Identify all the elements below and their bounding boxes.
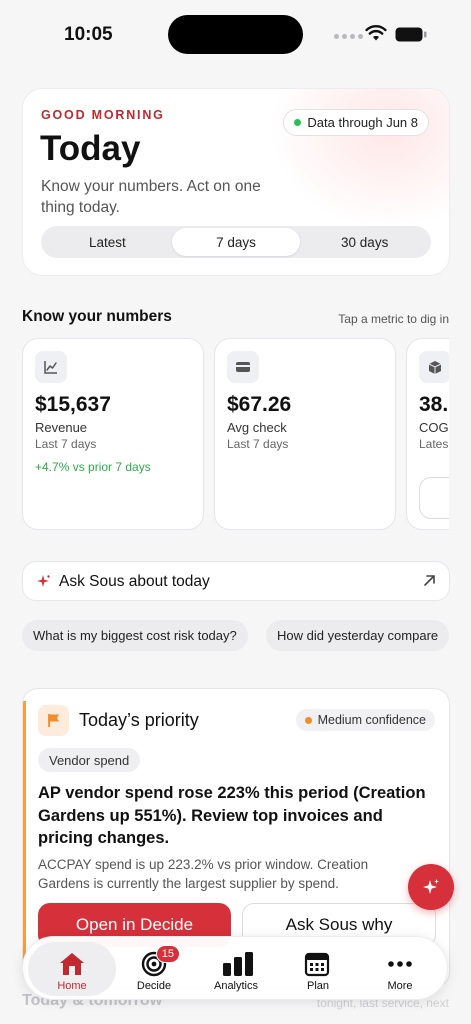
- metric-card-revenue[interactable]: $15,637 Revenue Last 7 days +4.7% vs pri…: [22, 338, 204, 530]
- signal-icon: [334, 34, 363, 39]
- range-7-days[interactable]: 7 days: [171, 228, 301, 256]
- metric-label: Revenue: [35, 420, 88, 435]
- metric-delta: +4.7% vs prior 7 days: [35, 460, 151, 474]
- metrics-carousel[interactable]: $15,637 Revenue Last 7 days +4.7% vs pri…: [22, 338, 449, 530]
- tab-decide[interactable]: 15 Decide: [114, 942, 194, 996]
- metric-period: Lates: [419, 437, 449, 451]
- metric-label: COG: [419, 420, 449, 435]
- metric-value: $67.26: [227, 393, 292, 416]
- page-title: Today: [40, 129, 141, 168]
- wifi-icon: [365, 25, 387, 41]
- status-dot-icon: [294, 119, 302, 126]
- sparkle-icon: [37, 575, 50, 587]
- box-icon: [419, 351, 449, 383]
- metric-card-cogs[interactable]: 38. COG Lates: [406, 338, 449, 530]
- suggestion-chip[interactable]: How did yesterday compare: [266, 620, 449, 651]
- suggestion-chips: What is my biggest cost risk today? How …: [22, 620, 449, 651]
- sparkle-icon: [423, 879, 439, 894]
- data-freshness-badge: Data through Jun 8: [283, 109, 429, 136]
- tab-label: More: [387, 980, 413, 992]
- metric-value: 38.: [419, 393, 449, 416]
- section-hint-numbers: Tap a metric to dig in: [338, 312, 449, 326]
- priority-accent-bar: [23, 701, 26, 987]
- decide-badge: 15: [155, 945, 180, 963]
- confidence-dot-icon: [304, 716, 312, 724]
- sous-assistant-button[interactable]: [408, 864, 454, 910]
- priority-headline: AP vendor spend rose 223% this period (C…: [38, 784, 426, 847]
- home-icon: [58, 951, 86, 977]
- tab-label: Decide: [136, 980, 172, 992]
- tab-home[interactable]: Home: [28, 942, 116, 996]
- range-latest[interactable]: Latest: [43, 228, 172, 256]
- flag-icon: [38, 705, 69, 736]
- ask-sous-bar[interactable]: Ask Sous about today: [22, 561, 450, 601]
- category-tag: Vendor spend: [38, 748, 141, 772]
- status-time: 10:05: [64, 24, 113, 45]
- confidence-badge: Medium confidence: [295, 709, 435, 731]
- range-segmented-control: Latest 7 days 30 days: [41, 226, 431, 258]
- greeting-label: GOOD MORNING: [41, 108, 165, 122]
- tab-analytics[interactable]: Analytics: [196, 942, 276, 996]
- tab-label: Plan: [306, 980, 330, 992]
- metric-value: $15,637: [35, 393, 111, 416]
- data-freshness-label: Data through Jun 8: [307, 115, 418, 130]
- metric-period: Last 7 days: [227, 437, 289, 451]
- calendar-icon: [304, 951, 332, 977]
- ask-sous-label: Ask Sous about today: [59, 573, 210, 590]
- priority-title: Today’s priority: [79, 710, 199, 730]
- suggestion-chip[interactable]: What is my biggest cost risk today?: [22, 620, 248, 651]
- card-icon: [227, 351, 259, 383]
- arrow-up-right-icon: [424, 575, 435, 586]
- metric-action-button[interactable]: [419, 477, 449, 519]
- tab-label: Home: [57, 980, 87, 992]
- confidence-label: Medium confidence: [317, 713, 426, 727]
- hero-subtitle: Know your numbers. Act on one thing toda…: [41, 178, 261, 216]
- tab-more[interactable]: More: [360, 942, 440, 996]
- bottom-tab-bar: Home 15 Decide Analytics Plan More: [22, 936, 448, 1000]
- metric-card-avg-check[interactable]: $67.26 Avg check Last 7 days: [214, 338, 396, 530]
- section-title-numbers: Know your numbers: [22, 308, 172, 325]
- priority-body: ACCPAY spend is up 223.2% vs prior windo…: [38, 857, 369, 891]
- status-bar: 10:05: [0, 0, 471, 64]
- today-hero-card: GOOD MORNING Today Know your numbers. Ac…: [22, 88, 450, 276]
- metric-period: Last 7 days: [35, 437, 97, 451]
- chart-icon: [35, 351, 67, 383]
- metric-label: Avg check: [227, 420, 287, 435]
- battery-icon: [395, 27, 427, 42]
- tab-plan[interactable]: Plan: [278, 942, 358, 996]
- range-30-days[interactable]: 30 days: [300, 228, 429, 256]
- target-icon: 15: [140, 945, 180, 977]
- dynamic-island: [168, 15, 303, 54]
- tab-label: Analytics: [213, 980, 259, 992]
- bar-chart-icon: [222, 951, 253, 977]
- more-icon: [386, 951, 414, 977]
